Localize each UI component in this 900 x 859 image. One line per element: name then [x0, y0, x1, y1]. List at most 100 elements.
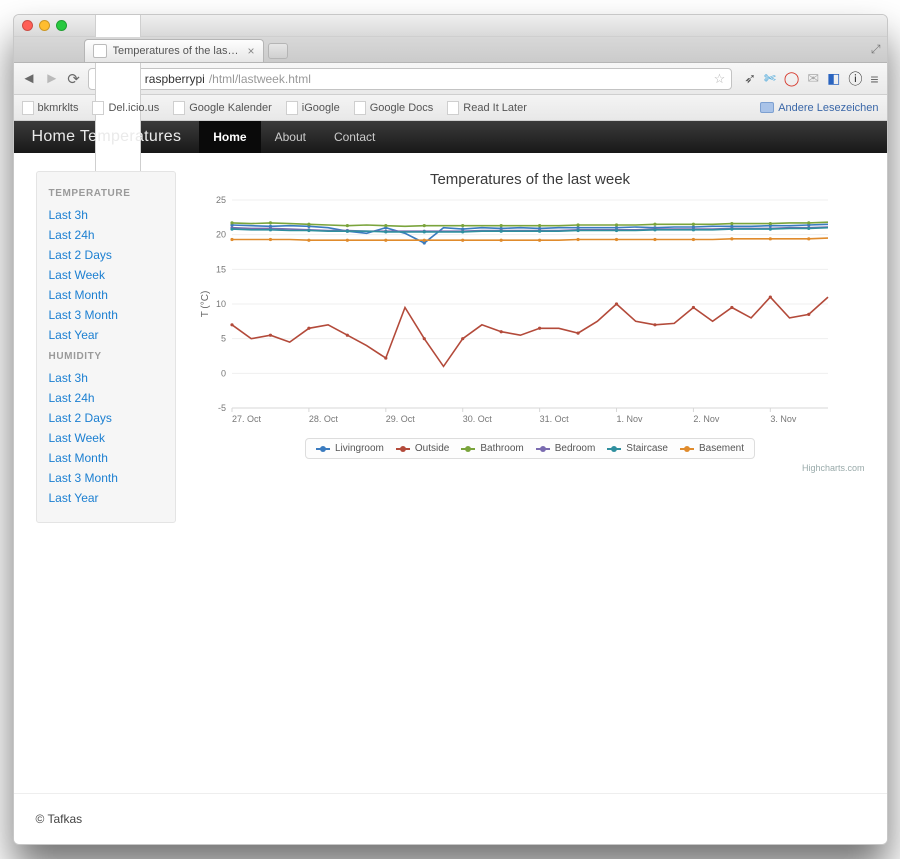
window-zoom-dot[interactable]: [56, 20, 67, 31]
series-basement[interactable]: [232, 238, 828, 240]
window-close-dot[interactable]: [22, 20, 33, 31]
bookmark-item[interactable]: iGoogle: [286, 101, 340, 115]
ext-mail-icon[interactable]: ✉: [807, 70, 819, 87]
browser-tab-strip: Temperatures of the last We… × ⤢: [14, 37, 887, 63]
nav-forward-icon[interactable]: ►: [44, 70, 59, 87]
nav-reload-icon[interactable]: ⟳: [67, 70, 80, 88]
sidebar-link[interactable]: Last 3 Month: [49, 468, 163, 488]
browser-toolbar: ◄ ► ⟳ raspberrypi/html/lastweek.html ☆ ➶…: [14, 63, 887, 95]
sidebar-link[interactable]: Last 24h: [49, 225, 163, 245]
legend-label: Bedroom: [555, 443, 596, 454]
legend-label: Livingroom: [335, 443, 384, 454]
sidebar-section-title: TEMPERATURE: [49, 188, 163, 199]
chart-credit[interactable]: Highcharts.com: [196, 463, 865, 473]
page-icon: [92, 101, 104, 115]
url-host: raspberrypi: [145, 72, 205, 86]
sidebar-link[interactable]: Last 24h: [49, 388, 163, 408]
sidebar-link[interactable]: Last 3 Month: [49, 305, 163, 325]
nav-item-contact[interactable]: Contact: [320, 121, 389, 153]
sidebar-link[interactable]: Last Month: [49, 285, 163, 305]
new-tab-button[interactable]: [268, 43, 288, 59]
svg-text:20: 20: [215, 230, 225, 240]
page-icon: [173, 101, 185, 115]
legend-swatch: [396, 448, 410, 450]
nav-item-home[interactable]: Home: [199, 121, 260, 153]
window-expand-icon[interactable]: ⤢: [871, 42, 881, 57]
svg-text:31. Oct: 31. Oct: [539, 414, 569, 424]
bookmark-item[interactable]: Google Kalender: [173, 101, 272, 115]
legend-label: Bathroom: [480, 443, 523, 454]
ext-wand-icon[interactable]: ➶: [744, 70, 756, 87]
svg-text:28. Oct: 28. Oct: [308, 414, 338, 424]
main-content: Temperatures of the last week -505101520…: [196, 171, 865, 473]
legend-swatch: [536, 448, 550, 450]
nav-item-about[interactable]: About: [261, 121, 320, 153]
legend-item-bathroom[interactable]: Bathroom: [461, 443, 523, 454]
bookmark-item[interactable]: Read It Later: [447, 101, 527, 115]
sidebar-link[interactable]: Last 3h: [49, 205, 163, 225]
browser-tab[interactable]: Temperatures of the last We… ×: [84, 39, 264, 62]
svg-text:0: 0: [220, 368, 225, 378]
svg-text:1. Nov: 1. Nov: [616, 414, 643, 424]
other-bookmarks-label: Andere Lesezeichen: [778, 102, 878, 114]
extension-icons: ➶ ✄ ◯ ✉ ◧ ⓘ ≡: [740, 69, 878, 89]
bookmark-label: Del.icio.us: [108, 102, 159, 114]
sidebar-section-title: HUMIDITY: [49, 351, 163, 362]
sidebar-link[interactable]: Last Week: [49, 428, 163, 448]
ext-adblock-icon[interactable]: ◯: [784, 70, 800, 87]
folder-icon: [760, 102, 774, 113]
bookmark-label: Read It Later: [463, 102, 527, 114]
other-bookmarks-folder[interactable]: Andere Lesezeichen: [760, 102, 878, 114]
svg-text:15: 15: [215, 264, 225, 274]
legend-swatch: [461, 448, 475, 450]
page-content: TEMPERATURELast 3hLast 24hLast 2 DaysLas…: [14, 153, 887, 793]
chart-legend: Livingroom Outside Bathroom Bedroom Staircas…: [305, 438, 755, 459]
legend-item-outside[interactable]: Outside: [396, 443, 449, 454]
legend-item-bedroom[interactable]: Bedroom: [536, 443, 596, 454]
sidebar-link[interactable]: Last 2 Days: [49, 245, 163, 265]
page-footer: © Tafkas: [14, 793, 887, 844]
series-outside[interactable]: [232, 297, 828, 366]
legend-label: Basement: [699, 443, 744, 454]
legend-swatch: [680, 448, 694, 450]
page-icon: [447, 101, 459, 115]
sidebar-link[interactable]: Last 3h: [49, 368, 163, 388]
sidebar-link[interactable]: Last Year: [49, 325, 163, 345]
tab-favicon: [93, 44, 107, 58]
page-icon: [22, 101, 34, 115]
nav-back-icon[interactable]: ◄: [22, 70, 37, 87]
bookmark-label: Google Kalender: [189, 102, 272, 114]
ext-info-icon[interactable]: ⓘ: [848, 69, 862, 89]
address-bar[interactable]: raspberrypi/html/lastweek.html ☆: [88, 68, 732, 90]
svg-text:29. Oct: 29. Oct: [385, 414, 415, 424]
sidebar-link[interactable]: Last Year: [49, 488, 163, 508]
url-path: /html/lastweek.html: [209, 72, 311, 86]
svg-text:10: 10: [215, 299, 225, 309]
bookmark-item[interactable]: bkmrklts: [22, 101, 79, 115]
chrome-menu-icon[interactable]: ≡: [870, 71, 878, 87]
legend-label: Staircase: [626, 443, 668, 454]
sidebar-link[interactable]: Last Month: [49, 448, 163, 468]
legend-item-basement[interactable]: Basement: [680, 443, 744, 454]
bookmark-item[interactable]: Del.icio.us: [92, 101, 159, 115]
legend-label: Outside: [415, 443, 449, 454]
legend-item-livingroom[interactable]: Livingroom: [316, 443, 384, 454]
bookmark-star-icon[interactable]: ☆: [714, 71, 726, 87]
svg-text:5: 5: [220, 334, 225, 344]
sidebar-link[interactable]: Last 2 Days: [49, 408, 163, 428]
page-icon: [286, 101, 298, 115]
bookmark-item[interactable]: Google Docs: [354, 101, 434, 115]
svg-text:T (°C): T (°C): [200, 291, 211, 318]
ext-badge-icon[interactable]: ◧: [827, 70, 840, 87]
bookmark-label: iGoogle: [302, 102, 340, 114]
legend-swatch: [607, 448, 621, 450]
ext-scissors-icon[interactable]: ✄: [764, 70, 776, 87]
window-minimize-dot[interactable]: [39, 20, 50, 31]
tab-close-icon[interactable]: ×: [247, 44, 254, 58]
site-brand[interactable]: Home Temperatures: [14, 121, 200, 153]
temperature-chart[interactable]: -50510152025T (°C)27. Oct28. Oct29. Oct3…: [196, 194, 836, 434]
legend-swatch: [316, 448, 330, 450]
sidebar-link[interactable]: Last Week: [49, 265, 163, 285]
legend-item-staircase[interactable]: Staircase: [607, 443, 668, 454]
chart-title: Temperatures of the last week: [196, 171, 865, 188]
